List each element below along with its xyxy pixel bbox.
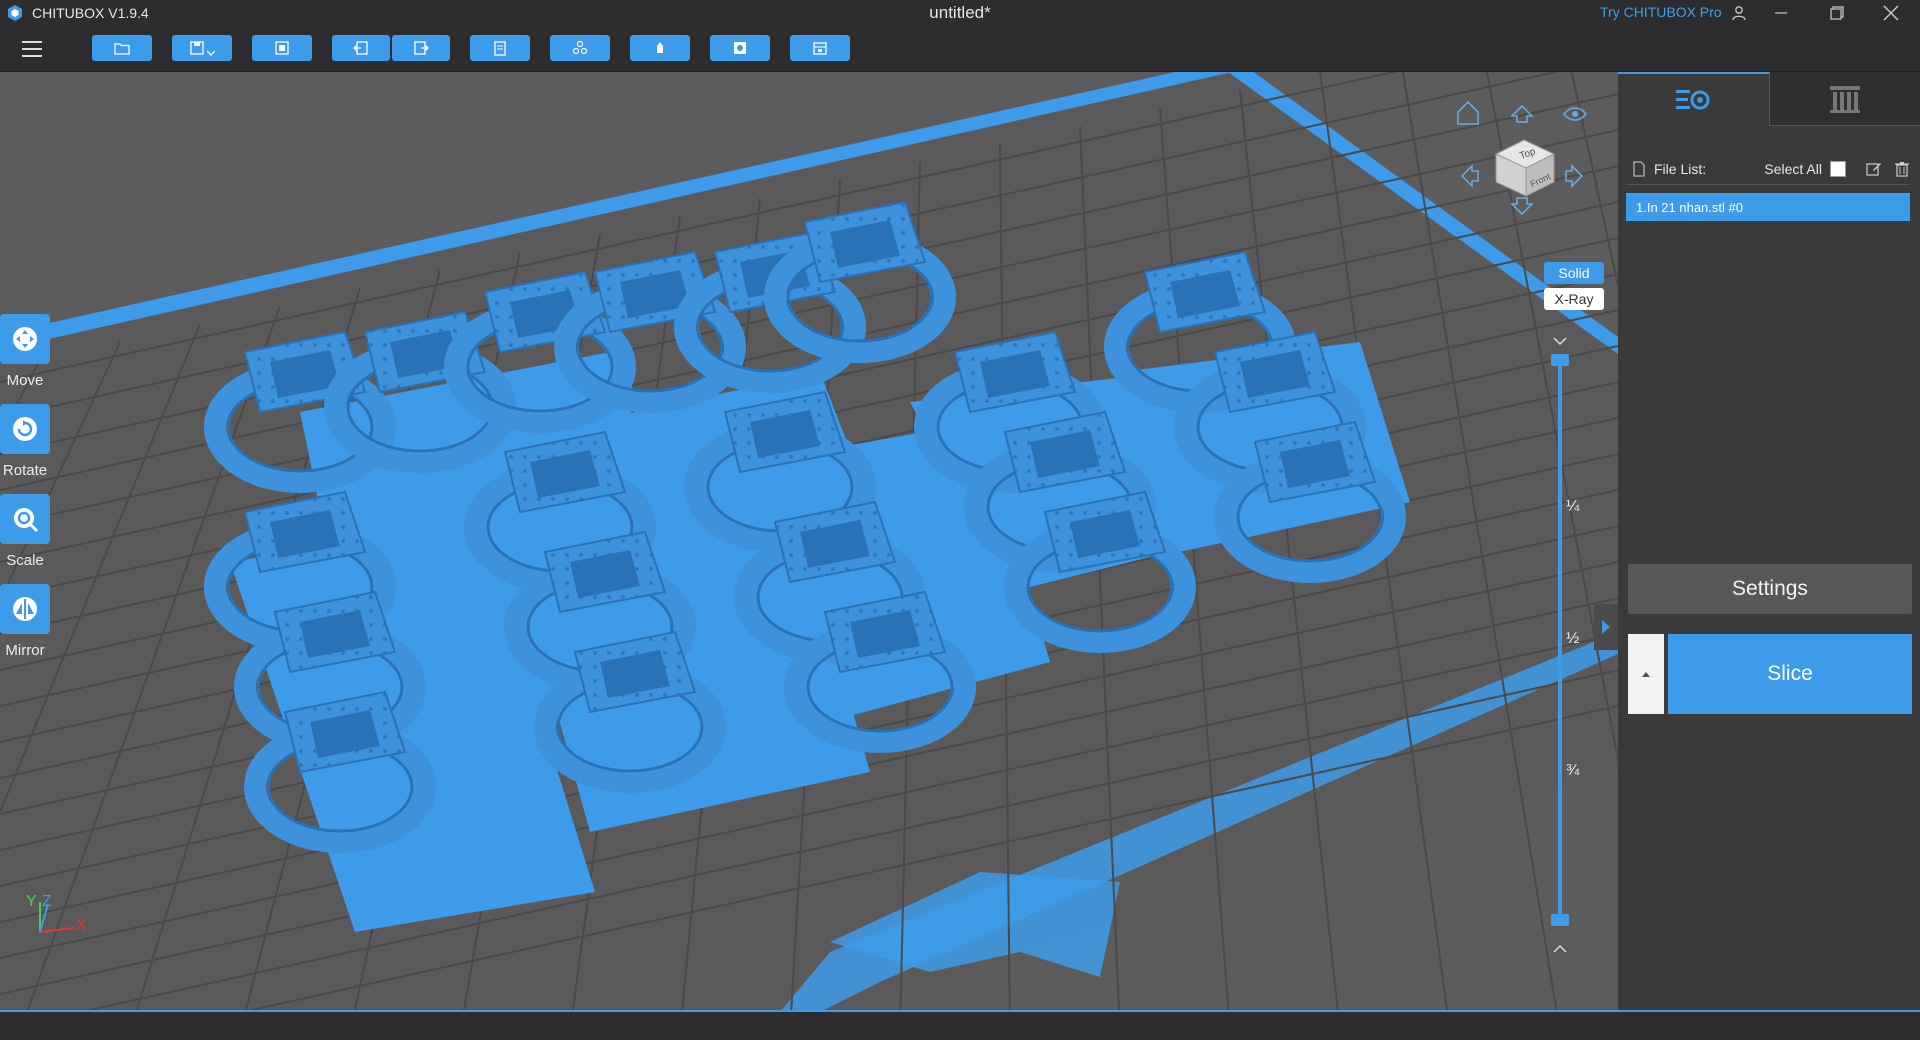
slider-top-handle: [1551, 354, 1569, 366]
arrow-up-icon[interactable]: [1510, 104, 1534, 123]
chevron-down-icon: [207, 50, 215, 56]
model-settings-icon: [1676, 90, 1710, 110]
app-logo-icon: [8, 5, 22, 21]
divider: [1626, 184, 1910, 185]
save-icon: [190, 41, 204, 55]
auto-layout-icon: [275, 41, 289, 55]
open-file-icon: [114, 43, 130, 55]
restore-icon[interactable]: [1814, 0, 1860, 26]
move-icon: [13, 327, 37, 351]
tab-print-plate[interactable]: [1769, 72, 1920, 126]
select-all-label: Select All: [1764, 161, 1822, 177]
axis-z-label: Z: [42, 893, 52, 910]
close-icon[interactable]: [1868, 0, 1914, 26]
account-icon[interactable]: [1716, 0, 1762, 26]
tab-model-settings[interactable]: [1618, 72, 1770, 126]
slider-bottom-handle: [1551, 914, 1569, 926]
panel-collapse-button[interactable]: [1594, 604, 1618, 650]
move-tool[interactable]: Move: [0, 314, 50, 389]
file-list-label: File List:: [1654, 161, 1707, 177]
print-settings-button[interactable]: [790, 35, 850, 61]
hamburger-menu-icon[interactable]: [20, 38, 44, 60]
select-all-checkbox[interactable]: [1830, 161, 1846, 177]
mirror-icon: [13, 597, 37, 621]
print-settings-icon: [813, 42, 827, 55]
chevron-down-icon: [1553, 337, 1567, 346]
clipboard-icon: [494, 41, 506, 56]
file-list-header: File List: Select All: [1632, 157, 1910, 181]
rotate-label: Rotate: [2, 462, 48, 479]
settings-button[interactable]: Settings: [1628, 564, 1912, 614]
save-button[interactable]: [172, 35, 232, 61]
slice-options-button[interactable]: [1628, 634, 1664, 714]
home-view-icon[interactable]: [1457, 100, 1479, 125]
edit-icon[interactable]: [1866, 161, 1882, 177]
undo-button[interactable]: [332, 35, 390, 61]
mirror-tool[interactable]: Mirror: [0, 584, 50, 659]
arrow-right-icon[interactable]: [1565, 164, 1584, 188]
move-label: Move: [6, 372, 44, 389]
right-panel: File List: Select All 1.In 21 nhan.stl #…: [1618, 72, 1920, 1010]
slider-mark-half: ½: [1566, 630, 1580, 647]
3d-viewport[interactable]: Y Z X Move Rotate Scale Mirror Top Front: [0, 72, 1618, 1010]
solid-view-button[interactable]: Solid: [1544, 262, 1604, 284]
mirror-label: Mirror: [5, 642, 45, 659]
minimize-icon[interactable]: [1758, 0, 1804, 26]
hollow-icon: [734, 42, 746, 54]
xray-view-button[interactable]: X-Ray: [1544, 288, 1604, 310]
file-list-item[interactable]: 1.In 21 nhan.stl #0: [1626, 193, 1910, 221]
clipboard-button[interactable]: [470, 35, 530, 61]
try-pro-link[interactable]: Try CHITUBOX Pro: [1600, 4, 1722, 20]
open-file-button[interactable]: [92, 35, 152, 61]
hollow-button[interactable]: [710, 35, 770, 61]
axis-x-label: X: [76, 917, 87, 934]
view-cube[interactable]: Top Front: [1494, 139, 1556, 197]
rotate-tool[interactable]: Rotate: [0, 404, 50, 479]
arrange-button[interactable]: [550, 35, 610, 61]
redo-icon: [414, 41, 429, 55]
undo-icon: [353, 41, 368, 55]
status-bar: [0, 1010, 1920, 1040]
column-icon: [1829, 85, 1860, 113]
scale-icon: [14, 508, 39, 533]
scale-tool[interactable]: Scale: [0, 494, 50, 569]
supports-button[interactable]: [630, 35, 690, 61]
slice-button[interactable]: Slice: [1668, 634, 1912, 714]
rotate-icon: [13, 417, 37, 441]
build-plate-scene[interactable]: Y Z X: [0, 72, 1618, 1010]
slider-mark-quarter: ¼: [1566, 498, 1580, 515]
app-name: CHITUBOX V1.9.4: [32, 5, 149, 21]
chevron-right-icon: [1602, 620, 1610, 634]
arrow-down-icon[interactable]: [1510, 197, 1534, 216]
arrange-icon: [572, 40, 588, 55]
redo-button[interactable]: [392, 35, 450, 61]
main-toolbar: [0, 26, 1920, 72]
slider-mark-three-quarter: ¾: [1566, 762, 1580, 779]
caret-up-icon: [1642, 672, 1650, 677]
file-icon: [1633, 161, 1645, 177]
auto-layout-button[interactable]: [252, 35, 312, 61]
trash-icon[interactable]: [1894, 161, 1910, 177]
chevron-up-icon: [1553, 944, 1567, 953]
layer-slider[interactable]: [1544, 330, 1614, 970]
arrow-left-icon[interactable]: [1460, 164, 1479, 188]
eye-icon[interactable]: [1562, 107, 1588, 121]
supports-icon: [657, 42, 663, 53]
view-navigator[interactable]: Top Front: [1452, 96, 1602, 226]
title-bar: CHITUBOX V1.9.4 untitled* Try CHITUBOX P…: [0, 0, 1920, 26]
axis-y-label: Y: [26, 893, 37, 910]
scale-label: Scale: [6, 552, 44, 569]
